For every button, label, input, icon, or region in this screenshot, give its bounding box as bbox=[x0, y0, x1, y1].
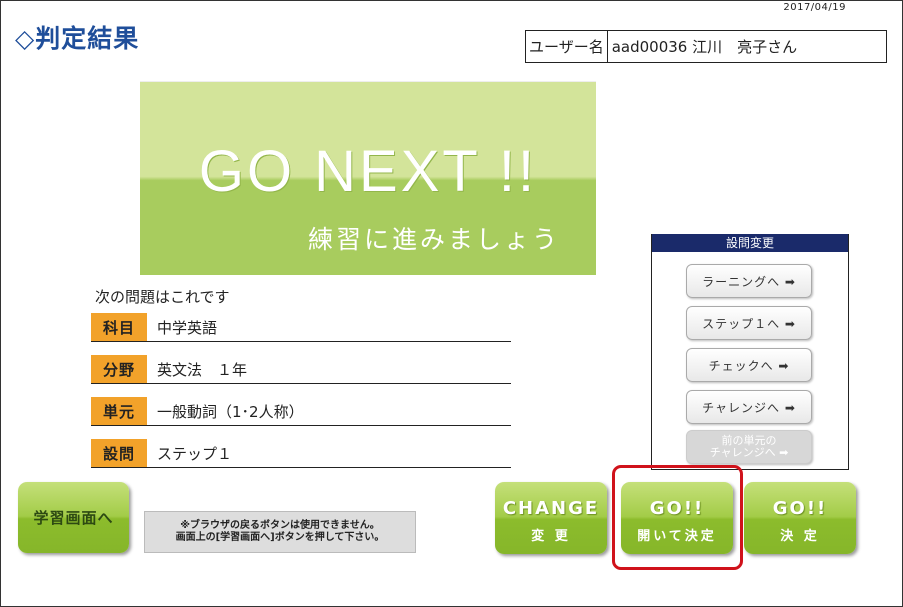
info-row-subject: 科目 中学英語 bbox=[91, 313, 511, 342]
banner-main-text: GO NEXT !! bbox=[198, 139, 538, 204]
info-value: 一般動詞（1･2人称） bbox=[157, 402, 304, 421]
study-screen-button[interactable]: 学習画面へ bbox=[18, 482, 129, 553]
browser-back-note: ※ブラウザの戻るボタンは使用できません。 画面上の[学習画面へ]ボタンを押して下… bbox=[144, 511, 416, 553]
change-button[interactable]: CHANGE 変 更 bbox=[495, 482, 607, 554]
note-line2: 画面上の[学習画面へ]ボタンを押して下さい。 bbox=[175, 532, 385, 543]
user-label: ユーザー名 bbox=[526, 31, 608, 62]
change-button-label: CHANGE bbox=[502, 498, 600, 519]
info-value: ステップ１ bbox=[157, 444, 233, 463]
result-banner: GO NEXT !! 練習に進みましょう bbox=[140, 81, 596, 275]
user-info-box: ユーザー名 aad00036 江川 亮子さん bbox=[525, 30, 887, 63]
change-button-sublabel: 変 更 bbox=[531, 529, 571, 544]
info-value: 英文法 １年 bbox=[157, 360, 248, 379]
prev-unit-challenge-button: 前の単元の チャレンジへ ➡ bbox=[686, 430, 812, 464]
info-value: 中学英語 bbox=[157, 318, 218, 337]
go-decide-button-label: GO!! bbox=[772, 498, 828, 519]
question-change-panel: 設問変更 ラーニングへ ➡ ステップ１へ ➡ チェックへ ➡ チャレンジへ ➡ … bbox=[651, 234, 849, 470]
user-name: aad00036 江川 亮子さん bbox=[611, 38, 798, 56]
to-step1-button[interactable]: ステップ１へ ➡ bbox=[686, 306, 812, 340]
info-key: 単元 bbox=[91, 397, 147, 425]
note-line1: ※ブラウザの戻るボタンは使用できません。 bbox=[180, 520, 380, 531]
to-check-button[interactable]: チェックへ ➡ bbox=[686, 348, 812, 382]
prev-unit-label-line2: チャレンジへ ➡ bbox=[709, 446, 789, 459]
info-row-question: 設問 ステップ１ bbox=[91, 439, 511, 468]
info-row-field: 分野 英文法 １年 bbox=[91, 355, 511, 384]
info-key: 科目 bbox=[91, 313, 147, 341]
result-page: 2017/04/19 ◇判定結果 ユーザー名 aad00036 江川 亮子さん … bbox=[0, 0, 903, 607]
go-decide-button[interactable]: GO!! 決 定 bbox=[744, 482, 856, 554]
info-key: 分野 bbox=[91, 355, 147, 383]
info-key: 設問 bbox=[91, 439, 147, 467]
next-problem-label: 次の問題はこれです bbox=[95, 288, 230, 306]
date-label: 2017/04/19 bbox=[783, 2, 846, 13]
panel-title: 設問変更 bbox=[652, 234, 848, 252]
info-row-unit: 単元 一般動詞（1･2人称） bbox=[91, 397, 511, 426]
highlight-box bbox=[612, 465, 743, 570]
to-learning-button[interactable]: ラーニングへ ➡ bbox=[686, 264, 812, 298]
banner-sub-text: 練習に進みましょう bbox=[307, 225, 560, 254]
page-title: ◇判定結果 bbox=[15, 24, 140, 53]
go-decide-button-sublabel: 決 定 bbox=[780, 529, 820, 544]
to-challenge-button[interactable]: チャレンジへ ➡ bbox=[686, 390, 812, 424]
